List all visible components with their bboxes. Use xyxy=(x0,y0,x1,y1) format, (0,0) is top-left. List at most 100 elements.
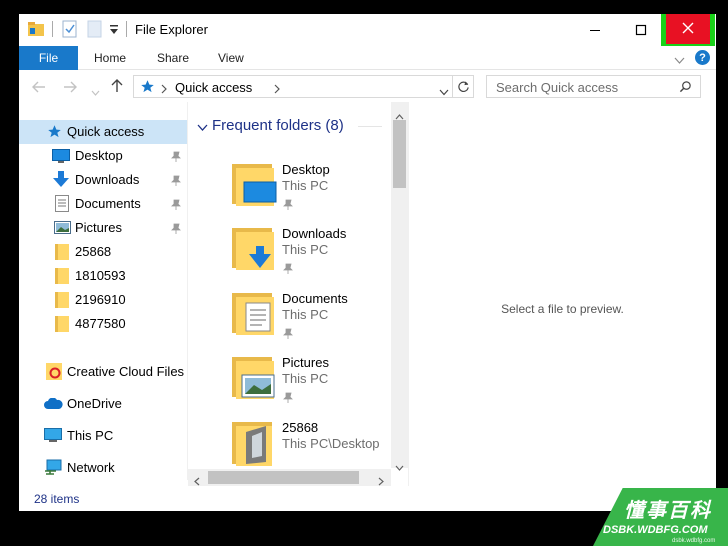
folder-name: 25868 xyxy=(282,420,319,435)
sidebar-item-label: This PC xyxy=(67,428,114,443)
sidebar-item-label: OneDrive xyxy=(67,396,122,411)
breadcrumb-chevron-icon[interactable] xyxy=(161,81,167,99)
pin-icon[interactable] xyxy=(171,198,181,213)
address-bar[interactable]: Quick access xyxy=(133,75,474,98)
watermark-site: DSBK.WDBFG.COM xyxy=(603,524,708,536)
scroll-right-icon[interactable] xyxy=(378,473,384,491)
folder-item-pictures[interactable]: Pictures This PC xyxy=(188,355,388,419)
pin-icon xyxy=(283,326,293,344)
sidebar-item-quick-access[interactable]: Quick access xyxy=(19,120,187,144)
minimize-icon xyxy=(590,30,600,31)
network-icon xyxy=(44,459,62,476)
back-icon[interactable] xyxy=(32,80,46,98)
folder-location: This PC xyxy=(282,371,329,386)
collapse-section-icon[interactable] xyxy=(197,119,208,137)
sidebar-item-pictures[interactable]: Pictures xyxy=(19,216,187,240)
watermark-url: dsbk.wdbfg.com xyxy=(672,538,716,544)
tab-share[interactable]: Share xyxy=(157,46,189,70)
close-icon xyxy=(682,22,694,34)
desktop-icon xyxy=(52,149,70,163)
horizontal-scrollbar[interactable] xyxy=(188,469,391,486)
folder-name: Desktop xyxy=(282,162,330,177)
sidebar-item-label: 4877580 xyxy=(75,316,126,331)
help-icon[interactable]: ? xyxy=(695,50,710,65)
tab-home[interactable]: Home xyxy=(94,46,126,70)
qat-separator xyxy=(52,21,53,37)
folder-item-desktop[interactable]: Desktop This PC xyxy=(188,162,388,226)
sidebar-item-desktop[interactable]: Desktop xyxy=(19,144,187,168)
scroll-left-icon[interactable] xyxy=(194,473,200,491)
sidebar-item-2196910[interactable]: 2196910 xyxy=(19,288,187,312)
folder-location: This PC xyxy=(282,178,329,193)
sidebar-item-1810593[interactable]: 1810593 xyxy=(19,264,187,288)
sidebar-item-network[interactable]: Network xyxy=(19,456,187,480)
sidebar-item-label: 1810593 xyxy=(75,268,126,283)
ribbon-tabs: File Home Share View ? xyxy=(19,46,716,70)
maximize-button[interactable] xyxy=(618,14,664,46)
pictures-icon xyxy=(54,221,71,234)
watermark-title: 懂事百科 xyxy=(624,500,712,522)
sidebar-item-25868[interactable]: 25868 xyxy=(19,240,187,264)
documents-icon xyxy=(55,195,69,212)
search-placeholder: Search Quick access xyxy=(496,80,619,95)
pin-icon[interactable] xyxy=(171,222,181,237)
quick-access-star-icon xyxy=(47,124,62,139)
sidebar-item-this-pc[interactable]: This PC xyxy=(19,424,187,448)
properties-icon[interactable] xyxy=(62,20,78,43)
forward-icon[interactable] xyxy=(63,80,77,98)
refresh-icon[interactable] xyxy=(457,80,470,98)
breadcrumb[interactable]: Quick access xyxy=(175,80,252,95)
minimize-button[interactable] xyxy=(572,14,618,46)
creative-cloud-icon xyxy=(46,363,62,380)
close-button[interactable] xyxy=(666,14,710,44)
breadcrumb-chevron-icon[interactable] xyxy=(274,81,280,99)
downloads-icon xyxy=(53,171,69,188)
folder-name: Downloads xyxy=(282,226,347,241)
file-explorer-window: File Explorer File Home Share View ? Qui… xyxy=(19,14,716,511)
new-folder-icon[interactable] xyxy=(87,20,103,43)
this-pc-icon xyxy=(44,428,62,443)
window-title: File Explorer xyxy=(135,22,208,37)
folder-icon xyxy=(55,268,69,284)
search-input[interactable]: Search Quick access xyxy=(486,75,701,98)
sidebar-item-label: Quick access xyxy=(67,124,145,139)
sidebar-item-creative-cloud[interactable]: Creative Cloud Files xyxy=(19,360,187,384)
sidebar-item-label: Downloads xyxy=(75,172,140,187)
recent-locations-icon[interactable] xyxy=(91,83,100,101)
expand-ribbon-icon[interactable] xyxy=(674,52,685,70)
pictures-folder-icon xyxy=(232,357,275,399)
sidebar-item-label: Documents xyxy=(75,196,141,211)
folder-location: This PC\Desktop xyxy=(282,436,380,451)
horizontal-scroll-thumb[interactable] xyxy=(208,471,359,484)
pin-icon[interactable] xyxy=(171,174,181,189)
file-explorer-icon[interactable] xyxy=(27,21,45,42)
pin-icon[interactable] xyxy=(171,150,181,165)
section-frequent-folders[interactable]: Frequent folders (8) xyxy=(212,117,344,134)
up-icon[interactable] xyxy=(111,78,123,98)
desktop-folder-icon xyxy=(232,164,277,206)
sidebar-item-4877580[interactable]: 4877580 xyxy=(19,312,187,336)
folder-item-documents[interactable]: Documents This PC xyxy=(188,291,388,355)
search-icon[interactable] xyxy=(679,80,692,98)
item-count: 28 items xyxy=(34,492,80,506)
preview-message: Select a file to preview. xyxy=(501,302,624,316)
sidebar-item-onedrive[interactable]: OneDrive xyxy=(19,392,187,416)
scroll-down-icon[interactable] xyxy=(395,458,404,476)
customize-qat-icon[interactable] xyxy=(109,23,119,41)
vertical-scrollbar[interactable] xyxy=(391,102,408,471)
address-divider xyxy=(452,76,453,97)
tab-file[interactable]: File xyxy=(19,46,78,70)
documents-folder-icon xyxy=(232,293,274,335)
folder-item-downloads[interactable]: Downloads This PC xyxy=(188,226,388,290)
folder-name: Pictures xyxy=(282,355,329,370)
sidebar-item-documents[interactable]: Documents xyxy=(19,192,187,216)
folder-icon xyxy=(55,316,69,332)
file-list: Frequent folders (8) Desktop This PC Dow… xyxy=(188,102,409,468)
title-bar: File Explorer xyxy=(19,14,716,48)
title-separator xyxy=(126,21,127,37)
section-rule xyxy=(358,126,382,127)
vertical-scroll-thumb[interactable] xyxy=(393,120,406,188)
sidebar-item-downloads[interactable]: Downloads xyxy=(19,168,187,192)
tab-view[interactable]: View xyxy=(218,46,244,70)
address-dropdown-icon[interactable] xyxy=(439,83,449,101)
